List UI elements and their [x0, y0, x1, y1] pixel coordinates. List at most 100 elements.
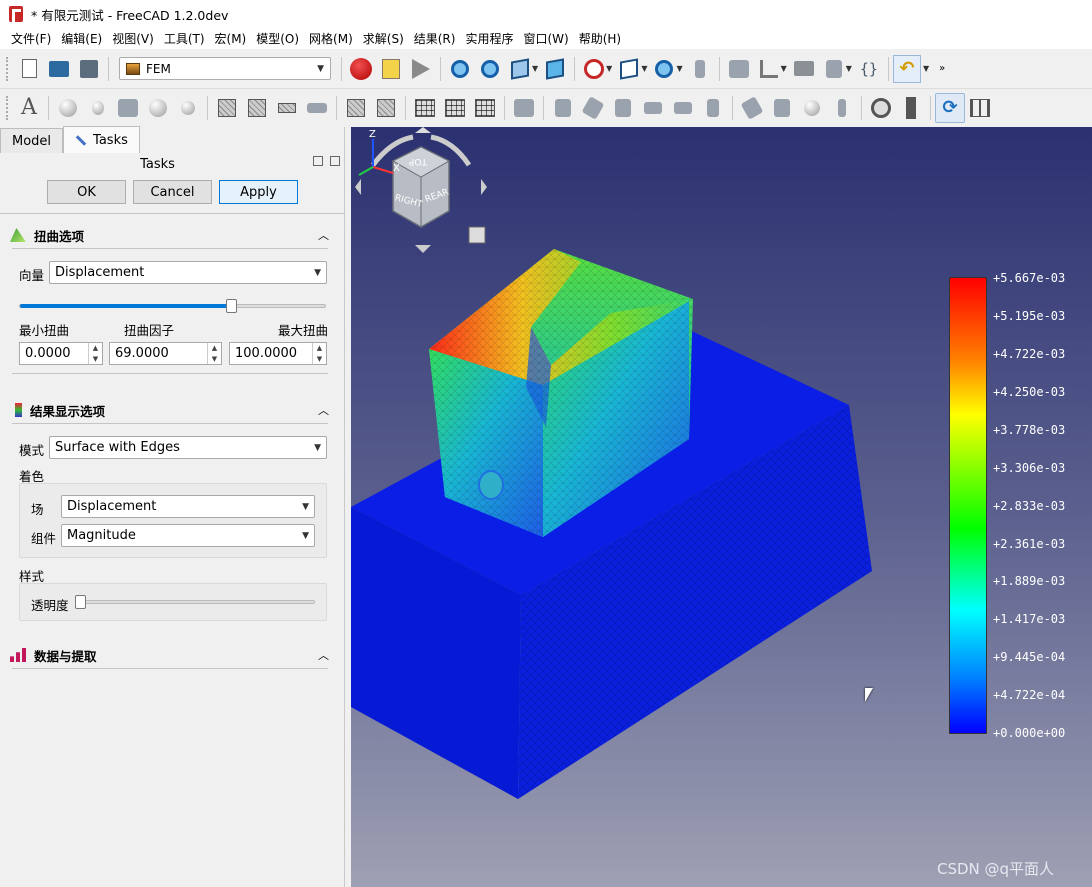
fluid-section-button[interactable]: [304, 95, 330, 121]
menu-results[interactable]: 结果(R): [409, 30, 461, 47]
shell-button[interactable]: [274, 95, 300, 121]
constraint-selfweight-button[interactable]: [829, 95, 855, 121]
chevron-up-icon[interactable]: ︿: [318, 647, 329, 663]
transparency-slider-track[interactable]: [75, 600, 315, 604]
spin-arrows-icon[interactable]: ▲ ▼: [207, 343, 221, 364]
ok-button[interactable]: OK: [47, 180, 126, 204]
menu-edit[interactable]: 编辑(E): [56, 30, 107, 47]
chevron-up-icon[interactable]: ︿: [318, 227, 329, 243]
material-fluid-button[interactable]: [85, 95, 111, 121]
chevron-down-icon[interactable]: ▼: [781, 64, 787, 73]
data-section-header[interactable]: 数据与提取 ︿: [10, 643, 333, 667]
vector-select[interactable]: Displacement ▼: [49, 261, 327, 284]
variable-set-button[interactable]: {}: [856, 56, 882, 82]
zoom-button[interactable]: [651, 56, 677, 82]
material-reinforced-button[interactable]: [145, 95, 171, 121]
tab-tasks[interactable]: Tasks: [63, 126, 140, 153]
max-warp-spinbox[interactable]: 100.0000 ▲ ▼: [229, 342, 327, 365]
spin-arrows-icon[interactable]: ▲ ▼: [312, 343, 326, 364]
mesh-gmsh-button[interactable]: [343, 95, 369, 121]
constraint-planerotation-button[interactable]: [610, 95, 636, 121]
text-annotation-button[interactable]: A: [16, 95, 42, 121]
toolbar-overflow-icon[interactable]: »: [939, 63, 945, 74]
menu-view[interactable]: 视图(V): [107, 30, 159, 47]
bounding-box-button[interactable]: [616, 56, 642, 82]
chevron-down-icon[interactable]: ▼: [923, 64, 929, 73]
spin-arrows-icon[interactable]: ▲ ▼: [88, 343, 102, 364]
menu-macro[interactable]: 宏(M): [210, 30, 252, 47]
new-file-button[interactable]: [16, 56, 42, 82]
part-button[interactable]: [726, 56, 752, 82]
nav-up-arrow-icon[interactable]: [415, 127, 431, 133]
nav-right-arrow-icon[interactable]: [481, 179, 487, 195]
warp-slider-thumb[interactable]: [226, 299, 237, 313]
constraint-tie-button[interactable]: [670, 95, 696, 121]
isometric-view-button[interactable]: [507, 56, 533, 82]
macros-button[interactable]: [378, 56, 404, 82]
fit-all-button[interactable]: [447, 56, 473, 82]
material-editor-button[interactable]: [115, 95, 141, 121]
constraint-displacement-button[interactable]: [580, 95, 606, 121]
measure-distance-button[interactable]: [687, 56, 713, 82]
menu-window[interactable]: 窗口(W): [518, 30, 573, 47]
constraint-pressure-button[interactable]: [769, 95, 795, 121]
execute-macro-button[interactable]: [408, 56, 434, 82]
element-geometry-button[interactable]: [214, 95, 240, 121]
recompute-button[interactable]: ⟳: [935, 92, 965, 123]
chevron-down-icon[interactable]: ▼: [641, 64, 647, 73]
component-select[interactable]: Magnitude ▼: [61, 524, 315, 547]
material-solid-button[interactable]: [55, 95, 81, 121]
menu-solve[interactable]: 求解(S): [358, 30, 409, 47]
undo-button[interactable]: ↶: [892, 54, 921, 83]
mesh-boundary-button[interactable]: [442, 95, 468, 121]
group-button[interactable]: [791, 56, 817, 82]
constraint-force-button[interactable]: [739, 95, 765, 121]
toolbar-grip[interactable]: [6, 56, 10, 81]
draw-style-button[interactable]: [581, 56, 607, 82]
axis-cross-button[interactable]: [756, 56, 782, 82]
nav-down-arrow-icon[interactable]: [415, 245, 431, 253]
toggle-grid-button[interactable]: [967, 95, 993, 121]
workbench-selector[interactable]: FEM ▼: [119, 57, 331, 80]
mode-select[interactable]: Surface with Edges ▼: [49, 436, 327, 459]
material-mix-button[interactable]: [175, 95, 201, 121]
menu-utilities[interactable]: 实用程序: [460, 30, 518, 47]
measure-button[interactable]: [542, 56, 568, 82]
chevron-down-icon[interactable]: ▼: [606, 64, 612, 73]
transparency-slider-thumb[interactable]: [75, 595, 86, 609]
field-select[interactable]: Displacement ▼: [61, 495, 315, 518]
constraint-contact-button[interactable]: [640, 95, 666, 121]
mesh-group-button[interactable]: [472, 95, 498, 121]
open-file-button[interactable]: [46, 56, 72, 82]
fit-selection-button[interactable]: [477, 56, 503, 82]
chevron-down-icon[interactable]: ▼: [676, 64, 682, 73]
min-warp-spinbox[interactable]: 0.0000 ▲ ▼: [19, 342, 103, 365]
constraint-spring-button[interactable]: [700, 95, 726, 121]
3d-viewport[interactable]: TOP RIGHT REAR +5.667e-03 +5.195e-03 +4.…: [351, 127, 1092, 887]
record-macro-button[interactable]: [348, 56, 374, 82]
display-section-header[interactable]: 结果显示选项 ︿: [10, 398, 333, 422]
view-menu-cube-icon[interactable]: [468, 226, 486, 244]
constraint-fixed-button[interactable]: [550, 95, 576, 121]
element-rotation-button[interactable]: [244, 95, 270, 121]
warp-section-header[interactable]: 扭曲选项 ︿: [10, 223, 333, 247]
mesh-region-button[interactable]: [412, 95, 438, 121]
solver-control-button[interactable]: [898, 95, 924, 121]
menu-mesh[interactable]: 网格(M): [304, 30, 358, 47]
chevron-down-icon[interactable]: ▼: [532, 64, 538, 73]
chevron-down-icon[interactable]: ▼: [846, 64, 852, 73]
menu-model[interactable]: 模型(O): [251, 30, 304, 47]
solver-stop-button[interactable]: [868, 95, 894, 121]
link-button[interactable]: [821, 56, 847, 82]
save-button[interactable]: [76, 56, 102, 82]
apply-button[interactable]: Apply: [219, 180, 298, 204]
close-panel-icon[interactable]: [330, 156, 340, 166]
warp-factor-spinbox[interactable]: 69.0000 ▲ ▼: [109, 342, 222, 365]
mesh-netgen-button[interactable]: [373, 95, 399, 121]
toolbar-grip[interactable]: [6, 95, 10, 120]
menu-file[interactable]: 文件(F): [6, 30, 56, 47]
cancel-button[interactable]: Cancel: [133, 180, 212, 204]
menu-help[interactable]: 帮助(H): [574, 30, 626, 47]
mesh-clear-button[interactable]: [511, 95, 537, 121]
menu-tools[interactable]: 工具(T): [159, 30, 210, 47]
